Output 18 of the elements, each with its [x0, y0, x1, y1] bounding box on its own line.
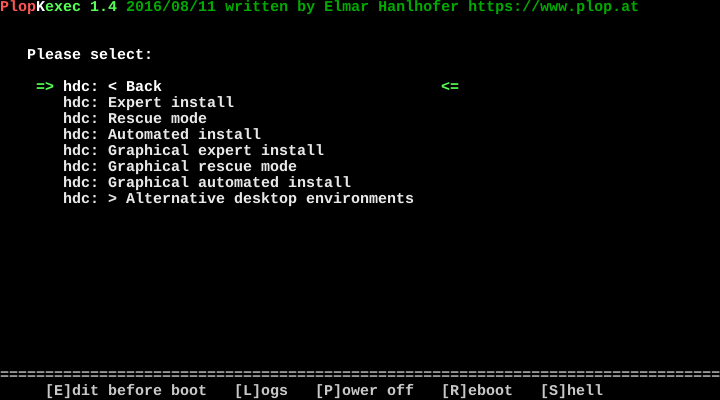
footer-command[interactable]: [L]ogs — [234, 383, 288, 400]
footer-command[interactable]: [S]hell — [540, 383, 604, 400]
menu-item[interactable]: hdc: Graphical automated install — [63, 175, 352, 192]
menu-item[interactable]: hdc: Automated install — [63, 127, 262, 144]
selection-marker: <= — [441, 80, 460, 96]
header-title: PlopKexec 1.4 2016/08/11 written by Elmar Hanlhofer https://www.plop.at — [0, 0, 640, 16]
prompt-text: Please select: — [27, 48, 154, 64]
menu-item[interactable]: hdc: Rescue mode — [63, 111, 208, 128]
selection-marker: => — [36, 79, 54, 96]
footer-command[interactable]: [R]eboot — [441, 383, 514, 400]
footer-command[interactable]: [E]dit before boot — [45, 383, 208, 400]
menu-item[interactable]: hdc: Expert install — [63, 95, 234, 112]
menu-item[interactable]: hdc: > Alternative desktop environments — [63, 191, 414, 208]
separator-line: ================================================================================ — [0, 368, 720, 384]
menu-item[interactable]: hdc: < Back — [63, 79, 162, 96]
menu-item[interactable]: hdc: Graphical expert install — [63, 143, 324, 160]
menu-item[interactable]: hdc: Graphical rescue mode — [63, 159, 298, 176]
footer-command[interactable]: [P]ower off — [315, 383, 414, 400]
